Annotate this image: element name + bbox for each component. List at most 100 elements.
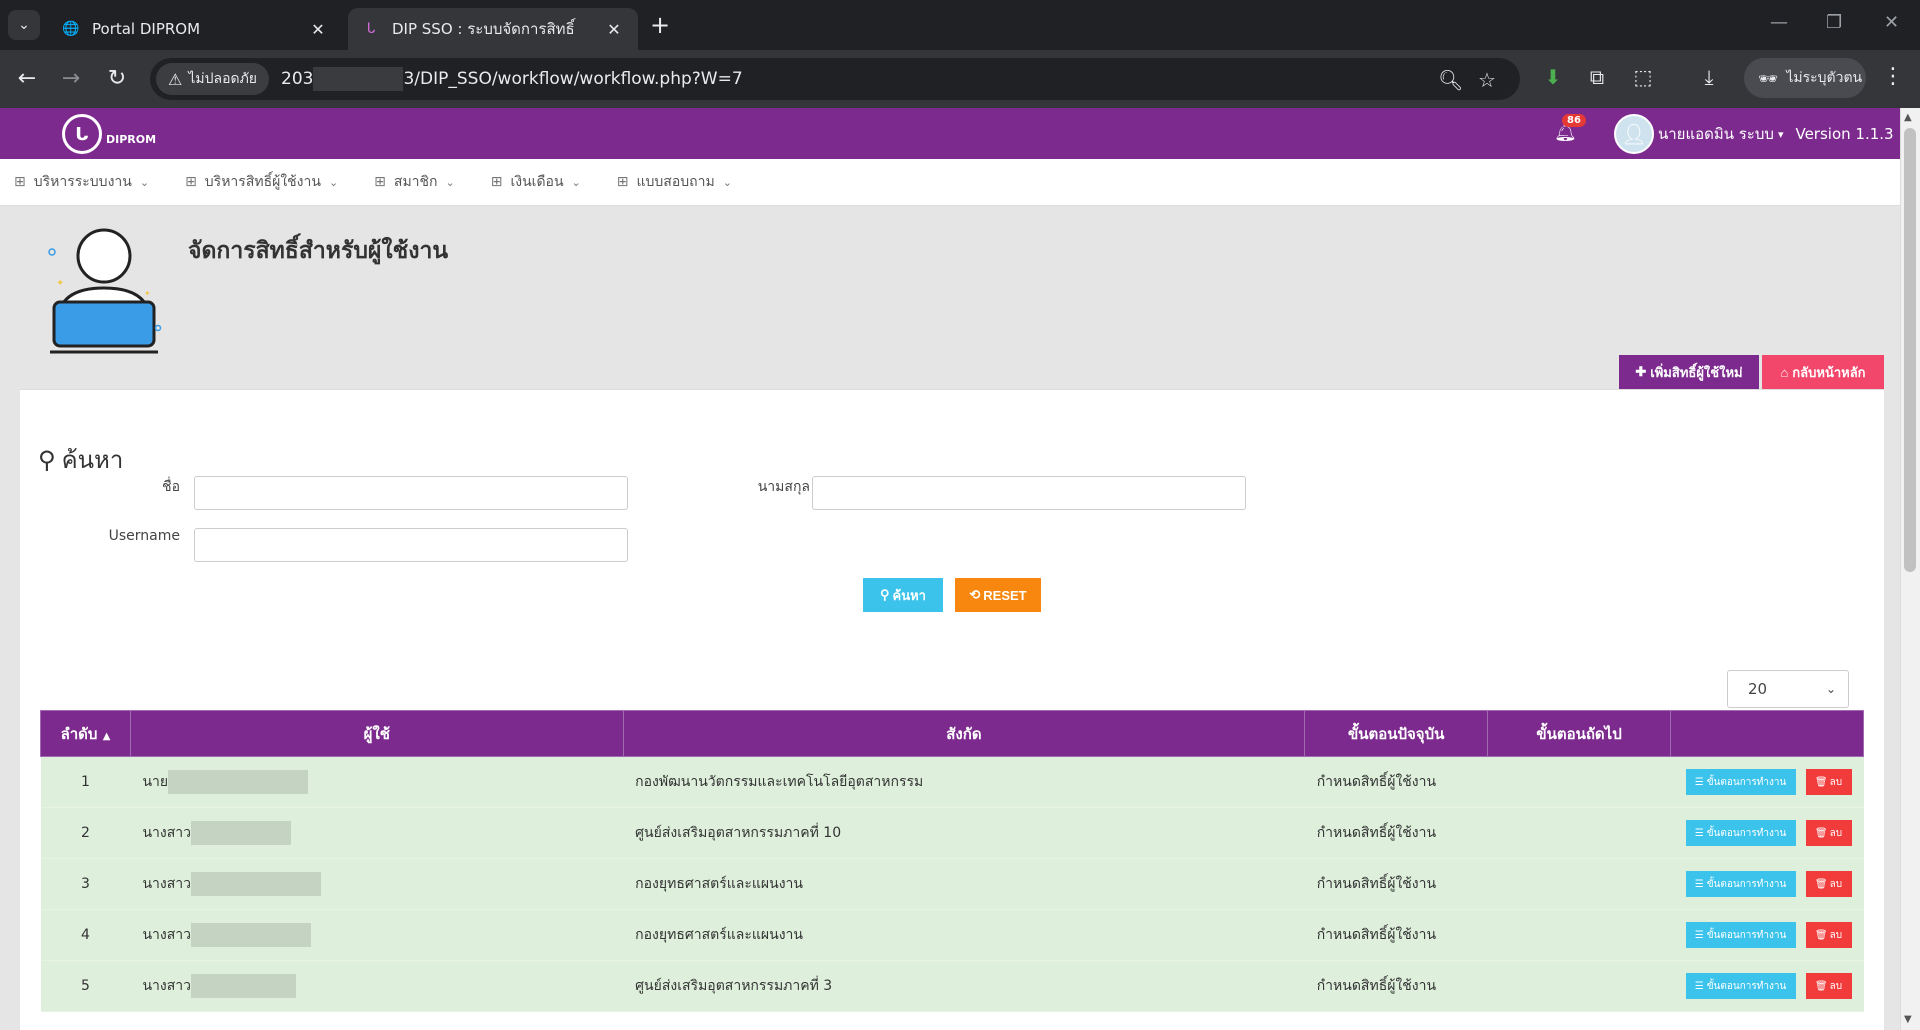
search-button[interactable]: ⚲ ค้นหา	[863, 578, 943, 612]
menu-item-survey[interactable]: ⊞ แบบสอบถาม ⌄	[617, 171, 732, 193]
redacted-name	[191, 923, 311, 947]
page-size-value: 20	[1748, 680, 1768, 698]
security-chip[interactable]: ⚠ ไม่ปลอดภัย	[156, 63, 270, 95]
user-laptop-illustration: ✦ ✦	[48, 228, 162, 354]
diprom-logo[interactable]: ᒐ DIPROM	[62, 114, 156, 154]
downloads-icon[interactable]: ⤓	[1696, 64, 1722, 90]
cell-no: 2	[40, 807, 131, 859]
column-header-user: ผู้ใช้	[129, 710, 624, 757]
browser-tab[interactable]: 🌐 Portal DIPROM ✕	[48, 8, 342, 50]
cell-user: นางสาว	[130, 858, 624, 910]
home-icon: ⌂	[1780, 364, 1789, 380]
workflow-button[interactable]: ☰ ขั้นตอนการทำงาน	[1685, 871, 1796, 897]
delete-label: ลบ	[1829, 827, 1843, 839]
app-header: ᒐ DIPROM 🔔︎ 86 👤︎ นายแอดมิน ระบบ ▾ Versi…	[0, 108, 1900, 159]
grid-icon: ⊞	[616, 174, 629, 190]
table-row: 4 นางสาว กองยุทธศาสตร์และแผนงาน กำหนดสิท…	[40, 909, 1864, 961]
cell-actions: ☰ ขั้นตอนการทำงาน 🗑︎ ลบ	[1670, 756, 1864, 808]
window-close-icon[interactable]: ✕	[1884, 12, 1899, 33]
search-heading: ⚲ ค้นหา	[38, 440, 123, 479]
cell-current-step: กำหนดสิทธิ์ผู้ใช้งาน	[1304, 807, 1488, 859]
table-row: 2 นางสาว ศูนย์ส่งเสริมอุตสาหกรรมภาคที่ 1…	[40, 807, 1864, 859]
forward-icon[interactable]: →	[58, 66, 84, 92]
extension-download-icon[interactable]: ⬇	[1540, 64, 1566, 90]
user-title: นาย	[142, 774, 169, 790]
refresh-icon: ⟲	[969, 587, 981, 602]
address-bar[interactable]: ⚠ ไม่ปลอดภัย 203 3/DIP_SSO/workflow/workf…	[150, 58, 1520, 100]
column-header-no[interactable]: ลำดับ ▲	[40, 710, 131, 757]
main-menu: ⊞ บริหารระบบงาน ⌄ ⊞ บริหารสิทธิ์ผู้ใช้งา…	[0, 159, 1900, 206]
cell-org: ศูนย์ส่งเสริมอุตสาหกรรมภาคที่ 10	[623, 807, 1305, 859]
menu-item-salary[interactable]: ⊞ เงินเดือน ⌄	[491, 171, 581, 193]
menu-item-permissions[interactable]: ⊞ บริหารสิทธิ์ผู้ใช้งาน ⌄	[185, 171, 338, 193]
first-name-input[interactable]	[194, 476, 628, 510]
bookmark-star-icon[interactable]: ☆	[1478, 68, 1496, 92]
scroll-up-icon[interactable]: ▲	[1904, 112, 1912, 123]
trash-icon: 🗑︎	[1814, 878, 1828, 890]
delete-label: ลบ	[1829, 980, 1843, 992]
table-row: 1 นาย กองพัฒนานวัตกรรมและเทคโนโลยีอุตสาห…	[40, 756, 1864, 808]
delete-button[interactable]: 🗑︎ ลบ	[1805, 922, 1852, 948]
workflow-button[interactable]: ☰ ขั้นตอนการทำงาน	[1685, 769, 1796, 795]
browser-tab-active[interactable]: ᒐ DIP SSO : ระบบจัดการสิทธิ์ ✕	[348, 8, 638, 50]
browser-tab-bar: ⌄ 🌐 Portal DIPROM ✕ ᒐ DIP SSO : ระบบจัดก…	[0, 0, 1920, 50]
back-icon[interactable]: ←	[14, 66, 40, 92]
username-label: Username	[108, 528, 180, 544]
new-tab-button[interactable]: +	[650, 12, 670, 38]
trash-icon: 🗑︎	[1814, 929, 1828, 941]
username-input[interactable]	[194, 528, 628, 562]
screen-capture-icon[interactable]: ⧉	[1584, 64, 1610, 90]
restore-icon[interactable]: ❐	[1826, 12, 1842, 33]
browser-toolbar: ← → ↻ ⚠ ไม่ปลอดภัย 203 3/DIP_SSO/workflow…	[0, 50, 1920, 108]
user-title: นางสาว	[142, 978, 191, 994]
warning-icon: ⚠	[168, 69, 183, 89]
delete-button[interactable]: 🗑︎ ลบ	[1805, 769, 1852, 795]
menu-item-system[interactable]: ⊞ บริหารระบบงาน ⌄	[14, 171, 149, 193]
home-button[interactable]: ⌂ กลับหน้าหลัก	[1762, 355, 1884, 389]
close-icon[interactable]: ✕	[604, 20, 624, 39]
add-permission-button[interactable]: ✚ เพิ่มสิทธิ์ผู้ใช้ใหม่	[1619, 355, 1759, 389]
trash-icon: 🗑︎	[1814, 827, 1828, 839]
logo-mark-icon: ᒐ	[62, 114, 102, 154]
delete-button[interactable]: 🗑︎ ลบ	[1805, 820, 1852, 846]
tab-title: DIP SSO : ระบบจัดการสิทธิ์	[392, 20, 575, 38]
search-button-label: ค้นหา	[892, 587, 926, 603]
delete-button[interactable]: 🗑︎ ลบ	[1805, 871, 1852, 897]
zoom-icon[interactable]: 🔍︎	[1438, 68, 1463, 92]
reset-button-label: RESET	[983, 587, 1027, 603]
chevron-down-icon: ⌄	[139, 175, 150, 189]
minimize-icon[interactable]: —	[1770, 12, 1788, 33]
chevron-down-icon: ⌄	[445, 175, 455, 189]
user-title: นางสาว	[142, 876, 191, 892]
redacted-name	[191, 821, 291, 845]
scrollbar-thumb[interactable]	[1904, 128, 1916, 572]
redacted-name	[191, 974, 296, 998]
redacted-name	[168, 770, 309, 794]
profile-chip[interactable]: 🕶︎ ไม่ระบุตัวตน	[1744, 58, 1866, 98]
reload-icon[interactable]: ↻	[104, 66, 130, 92]
workflow-button[interactable]: ☰ ขั้นตอนการทำงาน	[1685, 973, 1796, 999]
reset-button[interactable]: ⟲ RESET	[955, 578, 1041, 612]
version-label: Version 1.1.3	[1795, 125, 1894, 143]
delete-label: ลบ	[1829, 929, 1843, 941]
close-icon[interactable]: ✕	[308, 20, 328, 39]
browser-menu-icon[interactable]: ⋮	[1882, 64, 1904, 89]
workflow-button[interactable]: ☰ ขั้นตอนการทำงาน	[1685, 820, 1796, 846]
add-permission-label: เพิ่มสิทธิ์ผู้ใช้ใหม่	[1650, 364, 1743, 380]
list-icon: ☰	[1694, 929, 1704, 941]
scroll-down-icon[interactable]: ▼	[1904, 1014, 1912, 1025]
last-name-input[interactable]	[812, 476, 1246, 510]
user-menu[interactable]: 👤︎ นายแอดมิน ระบบ ▾ Version 1.1.3	[1614, 114, 1894, 154]
last-name-label: นามสกุล	[757, 479, 810, 495]
tab-search-button[interactable]: ⌄	[8, 10, 40, 40]
workflow-label: ขั้นตอนการทำงาน	[1706, 776, 1787, 788]
column-header-current-step: ขั้นตอนปัจจุบัน	[1304, 710, 1489, 757]
workflow-button[interactable]: ☰ ขั้นตอนการทำงาน	[1685, 922, 1796, 948]
delete-button[interactable]: 🗑︎ ลบ	[1805, 973, 1852, 999]
extensions-puzzle-icon[interactable]: ⬚	[1630, 64, 1656, 90]
cell-next-step	[1487, 909, 1671, 961]
menu-item-members[interactable]: ⊞ สมาชิก ⌄	[374, 171, 455, 193]
grid-icon: ⊞	[374, 174, 386, 190]
page-size-select[interactable]: 20 ⌄	[1727, 670, 1849, 708]
cell-actions: ☰ ขั้นตอนการทำงาน 🗑︎ ลบ	[1670, 858, 1864, 910]
